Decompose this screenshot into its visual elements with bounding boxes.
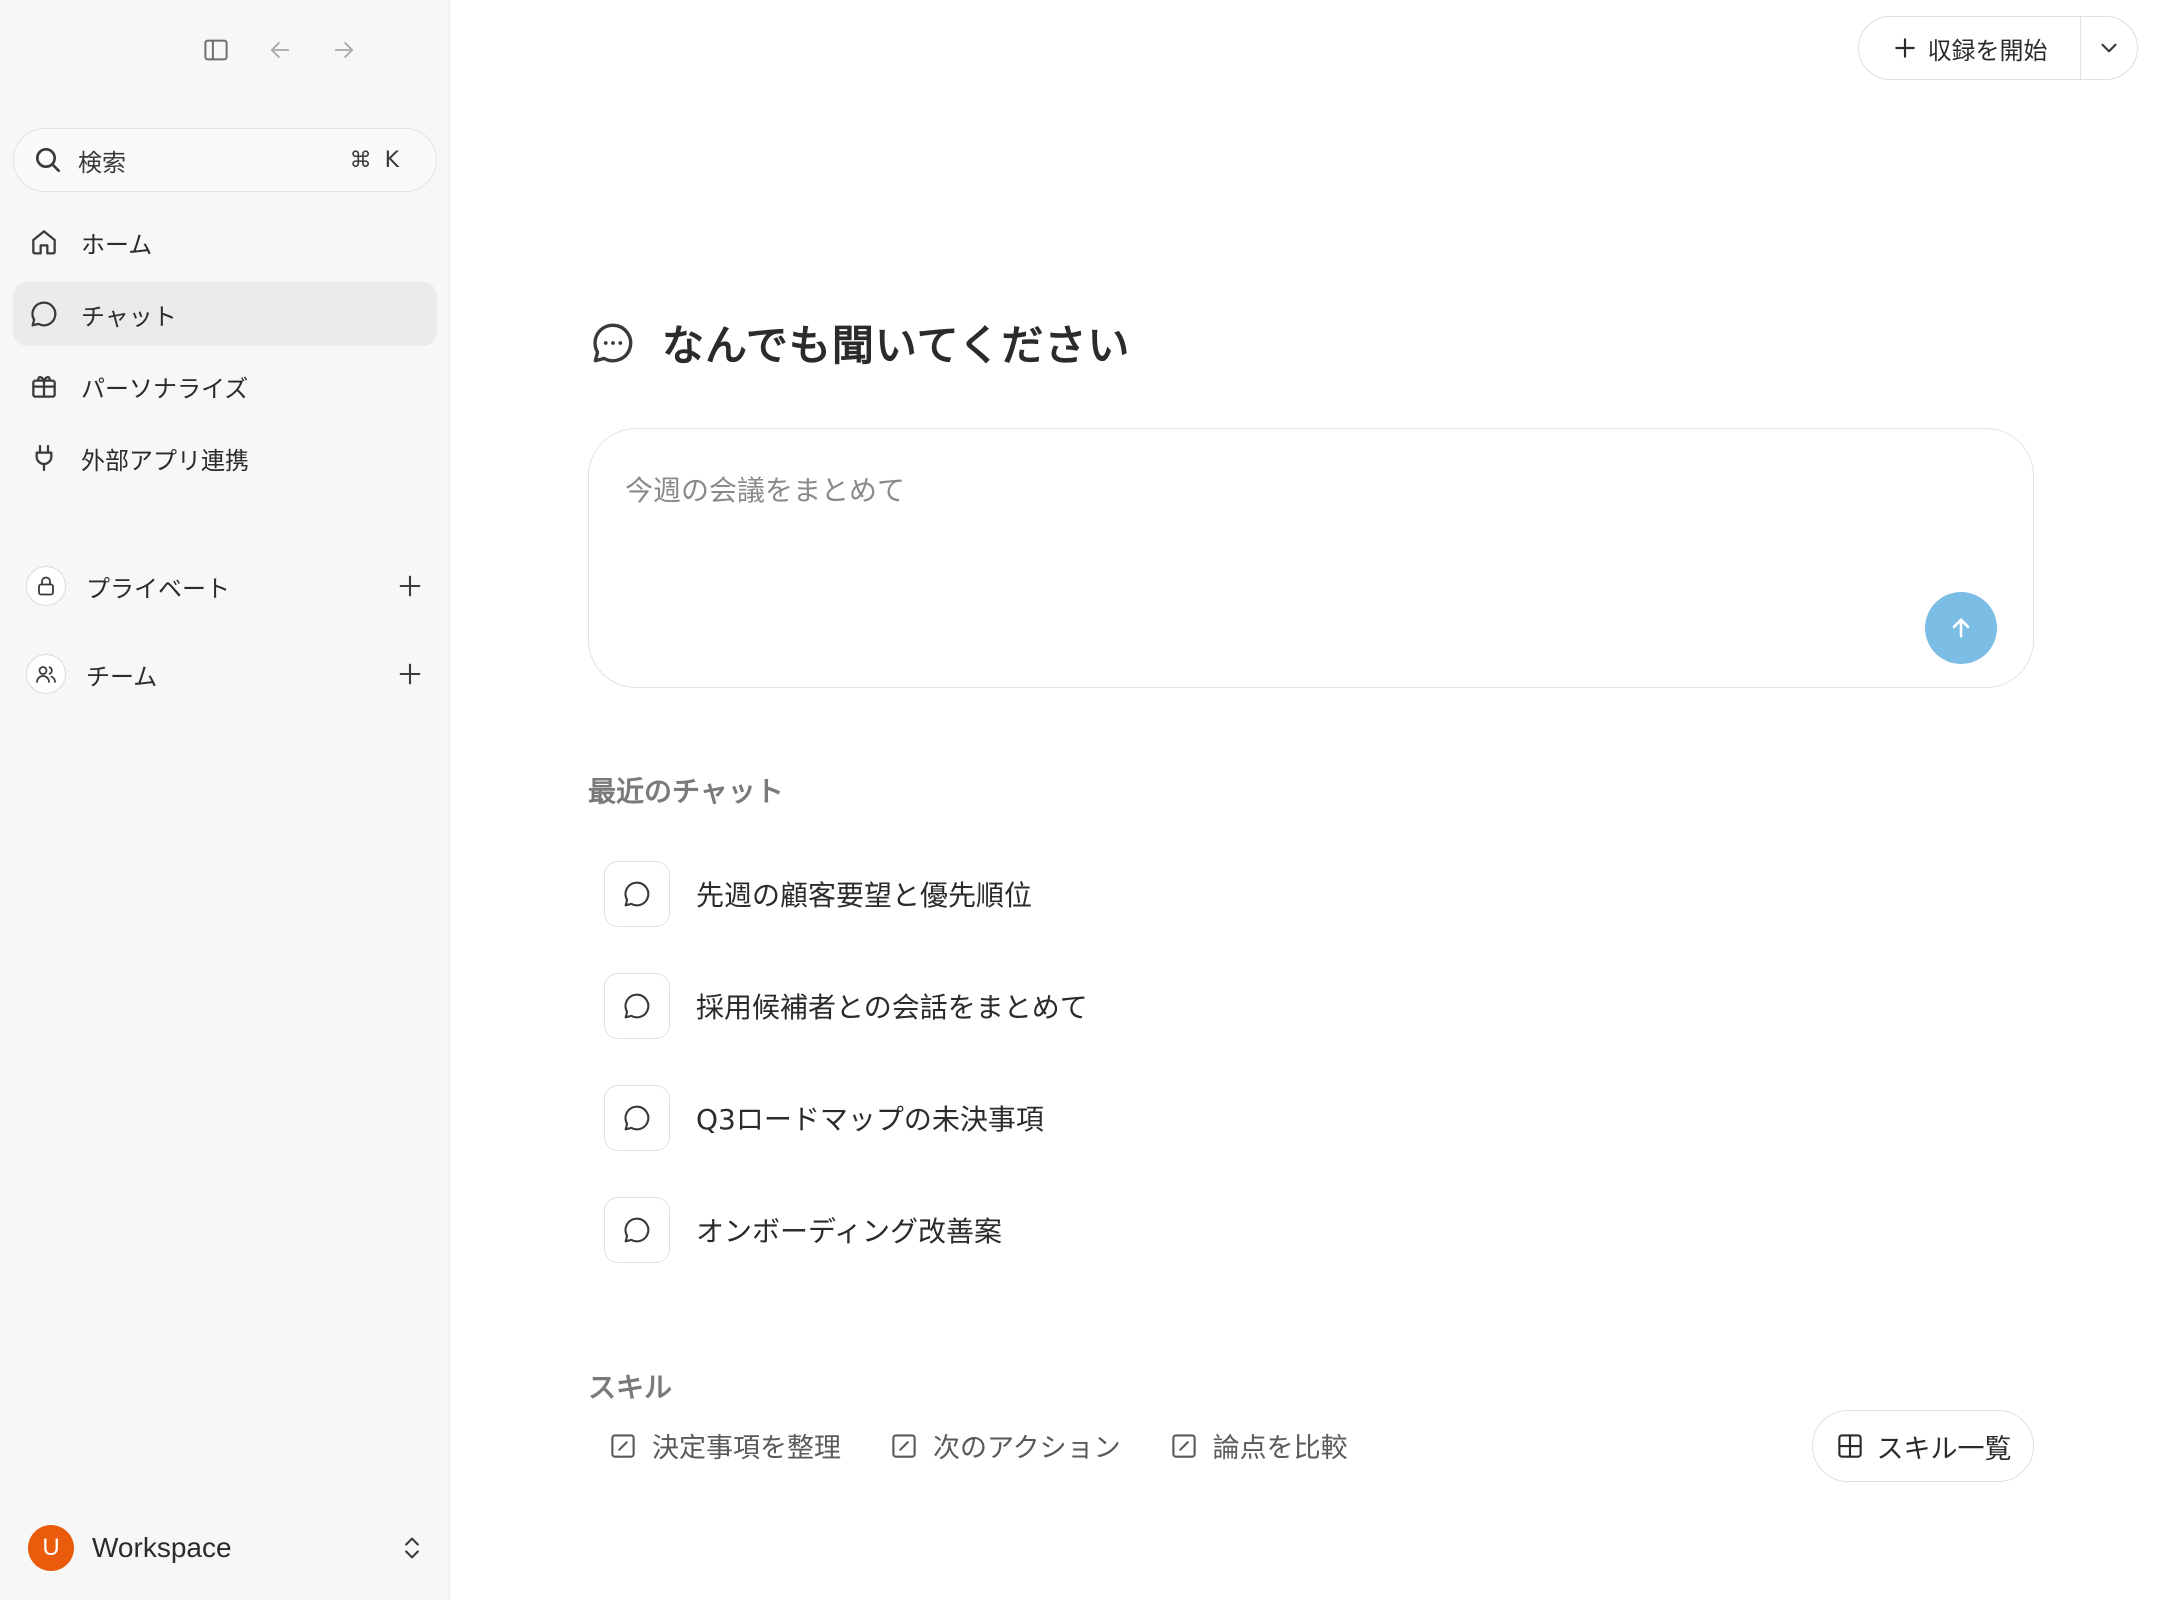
lock-icon [26, 566, 66, 606]
sidebar-item-home[interactable]: ホーム [13, 210, 437, 274]
list-item-label: 先週の顧客要望と優先順位 [696, 879, 1033, 912]
workspace-switcher[interactable]: U Workspace [28, 1524, 430, 1572]
checkbox-edit-icon [889, 1431, 919, 1461]
toggle-sidebar-button[interactable] [196, 30, 236, 70]
workspace-name: Workspace [92, 1532, 232, 1563]
checkbox-edit-icon [1169, 1431, 1199, 1461]
list-item[interactable]: 採用候補者との会話をまとめて [604, 972, 1088, 1040]
chat-icon [604, 1085, 670, 1151]
plug-icon [27, 441, 61, 475]
grid-icon [1835, 1431, 1865, 1461]
search-icon [32, 144, 64, 176]
page-heading: なんでも聞いてください [588, 312, 1130, 373]
sidebar-item-chat[interactable]: チャット [13, 282, 437, 346]
back-button[interactable] [260, 30, 300, 70]
plus-icon [399, 663, 421, 685]
section-private-label: プライベート [86, 574, 230, 603]
list-item[interactable]: Q3ロードマップの未決事項 [604, 1084, 1088, 1152]
start-recording-button[interactable]: 収録を開始 [1859, 17, 2081, 79]
sidebar-topnav [196, 30, 364, 70]
chat-input[interactable] [625, 469, 1925, 589]
page-title: なんでも聞いてください [662, 321, 1131, 370]
skill-chip[interactable]: 決定事項を整理 [608, 1426, 841, 1465]
search-shortcut: ⌘ K [349, 147, 402, 173]
skill-chip-label: 次のアクション [933, 1433, 1121, 1464]
plus-icon [1892, 35, 1918, 61]
chevron-up-down-icon [394, 1530, 430, 1566]
record-button-group: 収録を開始 [1858, 16, 2138, 80]
recent-chats-list: 先週の顧客要望と優先順位 採用候補者との会話をまとめて Q3ロードマップの未決事… [604, 860, 1088, 1308]
list-item[interactable]: 先週の顧客要望と優先順位 [604, 860, 1088, 928]
list-item-label: オンボーディング改善案 [696, 1215, 1003, 1248]
skill-chip-label: 論点を比較 [1212, 1433, 1348, 1464]
section-private[interactable]: プライベート [26, 562, 428, 610]
checkbox-edit-icon [608, 1431, 638, 1461]
skill-chip-label: 決定事項を整理 [652, 1433, 841, 1464]
add-private-button[interactable] [392, 568, 428, 604]
list-item[interactable]: オンボーディング改善案 [604, 1196, 1088, 1264]
forward-button[interactable] [324, 30, 364, 70]
plus-icon [399, 575, 421, 597]
skills-title: スキル [588, 1371, 673, 1404]
chat-icon [27, 297, 61, 331]
recent-chats-title: 最近のチャット [588, 775, 784, 808]
arrow-left-icon [266, 36, 294, 64]
chat-composer [588, 428, 2034, 688]
all-skills-label: スキル一覧 [1876, 1433, 2012, 1465]
add-team-button[interactable] [392, 656, 428, 692]
gift-icon [27, 369, 61, 403]
all-skills-button[interactable]: スキル一覧 [1812, 1410, 2034, 1482]
section-team-label: チーム [86, 662, 158, 691]
arrow-right-icon [330, 36, 358, 64]
section-team[interactable]: チーム [26, 650, 428, 698]
avatar: U [28, 1525, 74, 1571]
chat-icon [604, 861, 670, 927]
arrow-up-icon [1947, 614, 1975, 642]
users-icon [26, 654, 66, 694]
sidebar-item-integrations[interactable]: 外部アプリ連携 [13, 426, 437, 490]
search-box[interactable]: 検索 ⌘ K [13, 128, 437, 192]
skills-row: 決定事項を整理 次のアクション 論点を比較 [608, 1426, 1396, 1465]
list-item-label: 採用候補者との会話をまとめて [696, 991, 1088, 1024]
chevron-down-icon [2096, 35, 2122, 61]
skill-chip[interactable]: 論点を比較 [1169, 1426, 1348, 1465]
home-icon [27, 225, 61, 259]
list-item-label: Q3ロードマップの未決事項 [696, 1103, 1044, 1136]
recording-options-dropdown[interactable] [2081, 17, 2137, 79]
sidebar-nav: ホーム チャット パーソナライズ 外部アプリ連携 [13, 210, 437, 498]
sidebar-item-label: 外部アプリ連携 [81, 446, 249, 475]
sidebar-item-label: ホーム [81, 230, 153, 259]
chat-icon [604, 1197, 670, 1263]
skill-chip[interactable]: 次のアクション [889, 1426, 1121, 1465]
sidebar-item-personalize[interactable]: パーソナライズ [13, 354, 437, 418]
sidebar-panel-icon [201, 35, 231, 65]
sidebar: 検索 ⌘ K ホーム チャット パーソナライズ 外部アプリ連携 プライベート チ… [0, 0, 450, 1600]
chat-dots-icon [588, 318, 638, 368]
sidebar-item-label: パーソナライズ [81, 374, 249, 403]
send-button[interactable] [1925, 592, 1997, 664]
sidebar-item-label: チャット [81, 302, 177, 331]
start-recording-label: 収録を開始 [1927, 36, 2048, 65]
chat-icon [604, 973, 670, 1039]
search-label: 検索 [78, 148, 126, 177]
